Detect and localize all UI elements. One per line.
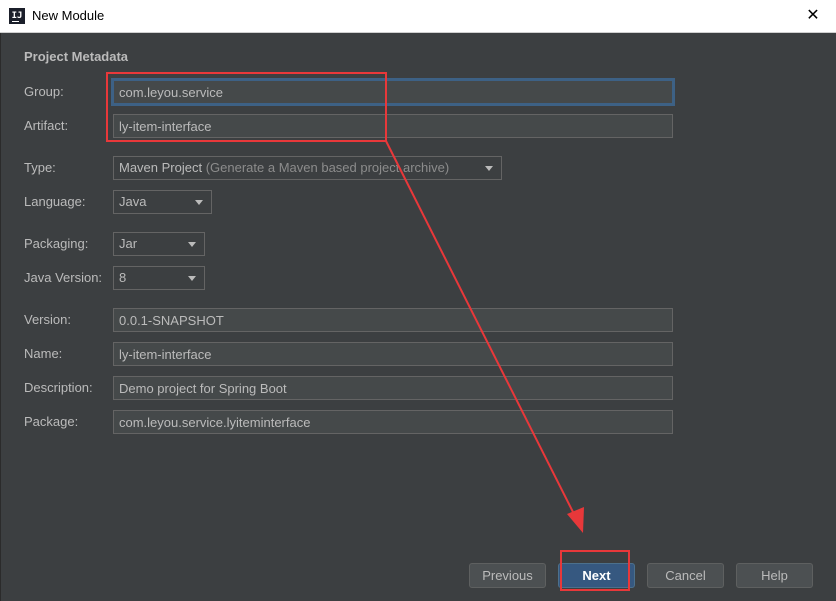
description-label: Description: <box>24 380 93 395</box>
chevron-down-icon <box>188 276 196 281</box>
type-value: Maven Project <box>119 160 203 175</box>
next-button[interactable]: Next <box>558 563 635 588</box>
language-dropdown[interactable]: Java <box>113 190 212 214</box>
help-button[interactable]: Help <box>736 563 813 588</box>
name-label: Name: <box>24 346 63 361</box>
artifact-field[interactable] <box>113 114 673 138</box>
window-frame <box>0 33 1 601</box>
package-field[interactable] <box>113 410 673 434</box>
version-field[interactable] <box>113 308 673 332</box>
close-icon[interactable]: ✕ <box>790 0 836 32</box>
packaging-value: Jar <box>119 236 138 251</box>
package-label: Package: <box>24 414 79 429</box>
previous-button[interactable]: Previous <box>469 563 546 588</box>
artifact-label: Artifact: <box>24 118 69 133</box>
intellij-app-icon: IJ <box>9 8 25 24</box>
name-field[interactable] <box>113 342 673 366</box>
language-label: Language: <box>24 194 86 209</box>
window-title: New Module <box>32 8 105 23</box>
description-field[interactable] <box>113 376 673 400</box>
java-version-label: Java Version: <box>24 270 103 285</box>
type-label: Type: <box>24 160 56 175</box>
type-hint: (Generate a Maven based project archive) <box>205 160 450 175</box>
group-label: Group: <box>24 84 64 99</box>
language-value: Java <box>119 194 147 209</box>
version-label: Version: <box>24 312 71 327</box>
type-dropdown[interactable]: Maven Project (Generate a Maven based pr… <box>113 156 502 180</box>
group-field[interactable] <box>113 80 673 104</box>
java-version-dropdown[interactable]: 8 <box>113 266 205 290</box>
java-version-value: 8 <box>119 270 127 285</box>
cancel-button[interactable]: Cancel <box>647 563 724 588</box>
chevron-down-icon <box>485 166 493 171</box>
chevron-down-icon <box>188 242 196 247</box>
packaging-dropdown[interactable]: Jar <box>113 232 205 256</box>
chevron-down-icon <box>195 200 203 205</box>
packaging-label: Packaging: <box>24 236 89 251</box>
title-bar: IJ New Module ✕ <box>0 0 836 33</box>
section-title: Project Metadata <box>24 49 129 64</box>
